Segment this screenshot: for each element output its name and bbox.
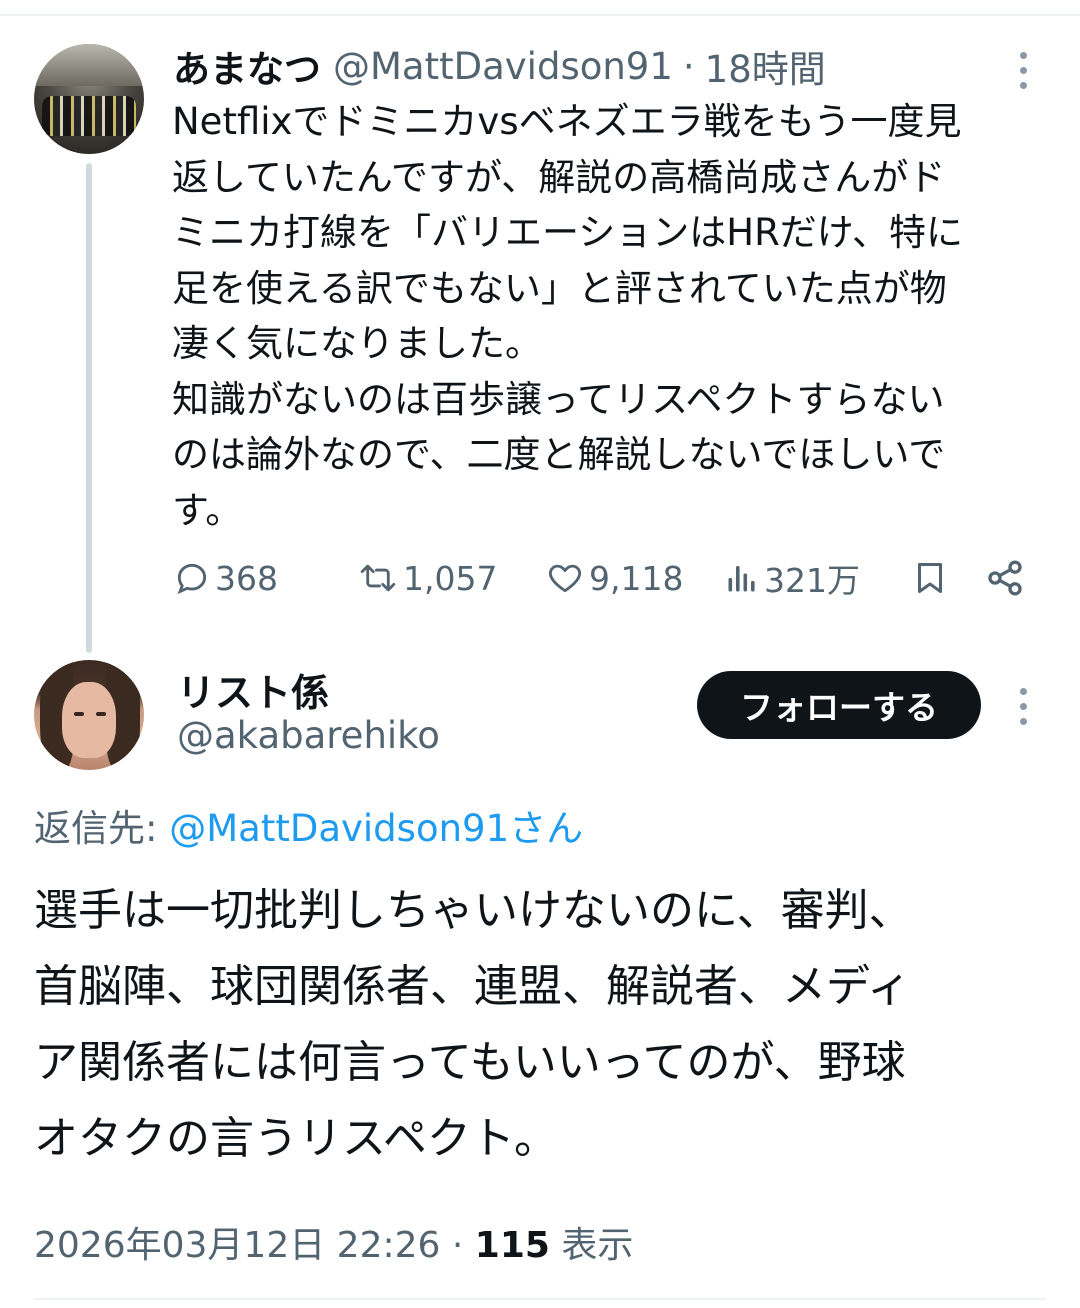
reply-count: 368	[215, 558, 278, 598]
views-action[interactable]: 321万	[724, 552, 860, 604]
reply-icon	[177, 563, 207, 595]
bookmark-action[interactable]	[912, 552, 948, 604]
reply-view-count: 115	[474, 1225, 550, 1266]
tweet-meta: 2026年03月12日 22:26 · 115 表示	[34, 1216, 633, 1268]
parent-more-options-icon[interactable]	[1018, 52, 1028, 89]
reply-action[interactable]: 368	[173, 552, 278, 604]
bottom-divider	[34, 1298, 1046, 1300]
reply-tweet-text: 選手は一切批判しちゃいけないのに、審判、 首脳陣、球団関係者、連盟、解説者、メデ…	[34, 885, 913, 1164]
retweet-action[interactable]: 1,057	[357, 552, 497, 604]
heart-icon	[548, 564, 582, 593]
share-action[interactable]	[985, 552, 1025, 604]
like-action[interactable]: 9,118	[545, 552, 683, 604]
retweet-count: 1,057	[403, 558, 498, 598]
like-count: 9,118	[589, 558, 684, 598]
bookmark-icon	[918, 563, 942, 593]
share-icon	[988, 560, 1022, 596]
tweet-timestamp[interactable]: 2026年03月12日 22:26	[34, 1225, 440, 1266]
reply-handle[interactable]: @akabarehiko	[177, 714, 440, 757]
parent-avatar[interactable]	[34, 44, 144, 154]
parent-tweet-text: Netflixでドミニカvsベネズエラ戦をもう一度見 返していたんですが、解説の…	[172, 100, 963, 532]
replying-to-label: 返信先:	[34, 807, 158, 850]
reply-avatar[interactable]	[34, 660, 144, 770]
header-separator: ·	[682, 44, 695, 88]
parent-handle[interactable]: @MattDavidson91	[333, 45, 673, 88]
meta-separator: ·	[451, 1225, 464, 1266]
avatar-photo-sky	[34, 44, 144, 86]
analytics-icon	[728, 566, 755, 592]
avatar-eye	[96, 712, 106, 716]
reply-display-name[interactable]: リスト係	[177, 662, 329, 717]
view-count: 321万	[764, 561, 860, 600]
avatar-eye	[74, 712, 84, 716]
parent-display-name[interactable]: あまなつ	[173, 39, 321, 93]
follow-button[interactable]: フォローする	[697, 671, 981, 739]
avatar-photo-group	[42, 96, 136, 136]
replying-to-line: 返信先: @MattDavidson91さん	[34, 798, 583, 852]
thread-connector-line	[86, 163, 92, 653]
replying-to-mention[interactable]: @MattDavidson91さん	[169, 807, 583, 850]
views-label: 表示	[561, 1225, 634, 1266]
retweet-icon	[360, 564, 396, 592]
top-divider	[0, 14, 1080, 16]
parent-tweet-header: あまなつ @MattDavidson91 · 18時間	[173, 40, 826, 92]
avatar-face	[62, 682, 116, 758]
parent-time-ago[interactable]: 18時間	[705, 39, 826, 93]
reply-more-options-icon[interactable]	[1018, 688, 1028, 725]
